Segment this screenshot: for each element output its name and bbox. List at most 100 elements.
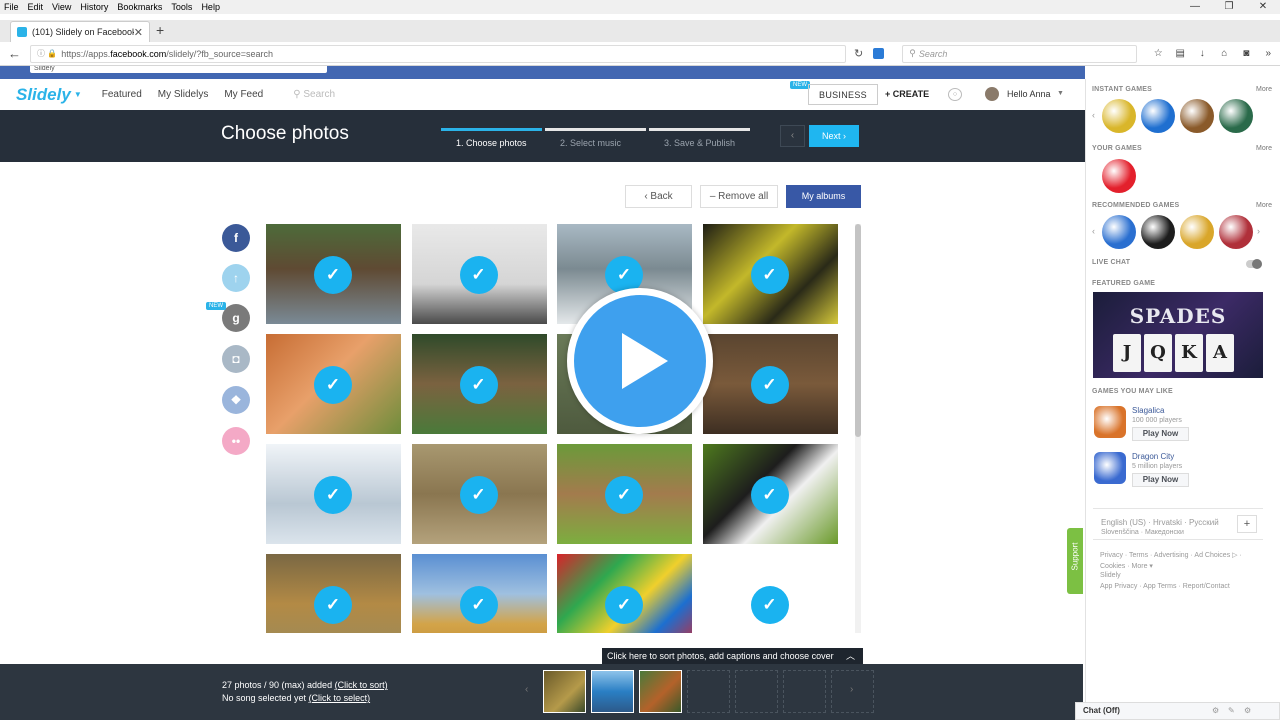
play-now-button[interactable]: Play Now [1132, 473, 1189, 487]
checkmark-icon[interactable]: ✓ [459, 256, 498, 294]
facebook-source-icon[interactable]: f [222, 224, 250, 252]
instant-game-icon[interactable] [1141, 99, 1175, 133]
chat-bar[interactable]: Chat (Off) ⚙ ✎ ⚙ [1075, 702, 1280, 720]
pocket-icon[interactable]: ◙ [1235, 48, 1257, 59]
clipboard-icon[interactable]: ▤ [1169, 48, 1191, 59]
checkmark-icon[interactable]: ✓ [314, 256, 352, 294]
photo-tile[interactable]: ✓ [411, 334, 547, 434]
chevron-right-icon[interactable]: › [1257, 226, 1260, 236]
chevron-left-icon[interactable]: ‹ [1092, 110, 1095, 120]
checkmark-icon[interactable]: ✓ [750, 256, 789, 294]
recommended-game-icon[interactable] [1102, 215, 1136, 249]
header-search-input[interactable]: ⚲ Search [293, 89, 335, 100]
nav-my-feed[interactable]: My Feed [224, 89, 263, 100]
facebook-search-input[interactable]: Slidely [30, 66, 327, 73]
next-button[interactable]: Next › [809, 125, 859, 147]
footer-line[interactable]: Privacy · Terms · Advertising · Ad Choic… [1100, 551, 1242, 559]
step-1-label[interactable]: 1. Choose photos [456, 138, 527, 148]
photo-tile[interactable]: ✓ [702, 224, 838, 324]
overflow-menu-icon[interactable]: » [1257, 48, 1279, 59]
footer-line[interactable]: App Privacy · App Terms · Report/Contact [1100, 583, 1230, 590]
click-to-select-link[interactable]: (Click to select) [309, 693, 371, 703]
browser-tab[interactable]: (101) Slidely on Facebook ✕ [10, 21, 150, 42]
selected-photo-thumbnail[interactable] [591, 670, 634, 713]
game-icon[interactable] [1094, 406, 1126, 438]
recommended-game-icon[interactable] [1180, 215, 1214, 249]
chat-settings-icon[interactable]: ⚙ [1212, 706, 1219, 715]
checkmark-icon[interactable]: ✓ [459, 366, 498, 404]
your-game-icon[interactable] [1102, 159, 1136, 193]
selected-photo-thumbnail[interactable] [543, 670, 586, 713]
notifications-icon[interactable]: ○ [948, 88, 962, 101]
your-games-more-link[interactable]: More [1256, 145, 1272, 152]
url-bar[interactable]: ⓘ 🔒 https://apps. facebook.com/slidely/?f… [30, 44, 846, 63]
home-icon[interactable]: ⌂ [1213, 48, 1235, 59]
live-chat-toggle[interactable] [1246, 259, 1262, 269]
remove-all-button[interactable]: – Remove all [700, 185, 778, 208]
menu-item-help[interactable]: Help [201, 2, 220, 12]
chevron-left-icon[interactable]: ‹ [1092, 226, 1095, 236]
recommended-games-more-link[interactable]: More [1256, 202, 1272, 209]
nav-featured[interactable]: Featured [102, 89, 142, 100]
menu-item-view[interactable]: View [52, 2, 71, 12]
recommended-game-icon[interactable] [1141, 215, 1175, 249]
checkmark-icon[interactable]: ✓ [314, 586, 352, 624]
checkmark-icon[interactable]: ✓ [605, 586, 643, 624]
reload-icon[interactable]: ↻ [854, 47, 863, 60]
chat-options-icon[interactable]: ⚙ [1244, 706, 1251, 715]
step-2-label[interactable]: 2. Select music [560, 138, 621, 148]
prev-button[interactable]: ‹ [780, 125, 805, 147]
close-window-icon[interactable]: ✕ [1246, 0, 1280, 14]
photo-tile[interactable]: ✓ [266, 224, 401, 324]
menu-item-edit[interactable]: Edit [28, 2, 44, 12]
extension-icon[interactable] [873, 48, 885, 59]
avatar[interactable] [985, 87, 999, 101]
photo-tile[interactable]: ✓ [557, 444, 692, 544]
upload-source-icon[interactable]: ↑ [222, 264, 250, 292]
photo-tile[interactable]: ✓ [411, 554, 547, 633]
instant-games-more-link[interactable]: More [1256, 86, 1272, 93]
menu-item-bookmarks[interactable]: Bookmarks [117, 2, 162, 12]
photo-tile[interactable]: ✓ [702, 554, 838, 633]
photo-tile[interactable]: ✓ [557, 554, 692, 633]
scrollbar-thumb[interactable] [855, 224, 861, 437]
browser-back-icon[interactable]: ← [8, 46, 22, 61]
footer-line[interactable]: Slidely [1100, 572, 1121, 579]
dropbox-source-icon[interactable]: ❖ [222, 386, 250, 414]
sort-photos-tooltip[interactable]: Click here to sort photos, add captions … [602, 648, 863, 665]
photo-tile[interactable]: ✓ [411, 224, 547, 324]
minimize-icon[interactable]: — [1178, 0, 1212, 14]
chevron-down-icon[interactable]: ▼ [1057, 90, 1064, 97]
checkmark-icon[interactable]: ✓ [459, 476, 498, 514]
language-others-2[interactable]: Slovenščina · Македонски [1101, 529, 1184, 536]
flickr-source-icon[interactable]: •• [222, 427, 250, 455]
photo-tile[interactable]: ✓ [266, 554, 401, 633]
checkmark-icon[interactable]: ✓ [750, 366, 789, 404]
restore-icon[interactable]: ❐ [1212, 0, 1246, 14]
chevron-left-icon[interactable]: ‹ [525, 684, 528, 695]
back-button[interactable]: ‹ Back [625, 185, 692, 208]
download-icon[interactable]: ↓ [1191, 48, 1213, 59]
support-tab[interactable]: Support [1067, 528, 1083, 594]
play-now-button[interactable]: Play Now [1132, 427, 1189, 441]
bookmark-star-icon[interactable]: ☆ [1147, 48, 1169, 59]
featured-game-banner[interactable]: SPADES JQKA [1093, 292, 1263, 378]
game-name[interactable]: Slagalica [1132, 406, 1164, 415]
user-greeting[interactable]: Hello Anna [1007, 89, 1051, 99]
add-language-icon[interactable]: + [1237, 515, 1257, 533]
my-albums-button[interactable]: My albums [786, 185, 861, 208]
menu-item-file[interactable]: File [4, 2, 19, 12]
photo-tile[interactable]: ✓ [411, 444, 547, 544]
chevron-down-icon[interactable]: ▼ [74, 90, 82, 99]
video-play-button[interactable] [567, 288, 713, 434]
info-icon[interactable]: ⓘ 🔒 [37, 48, 57, 59]
checkmark-icon[interactable]: ✓ [750, 476, 789, 514]
nav-my-slidelys[interactable]: My Slidelys [158, 89, 209, 100]
google-source-icon[interactable]: g [222, 304, 250, 332]
selected-photo-thumbnail[interactable] [639, 670, 682, 713]
photo-tile[interactable]: ✓ [702, 444, 838, 544]
new-tab-icon[interactable]: + [156, 22, 164, 38]
checkmark-icon[interactable]: ✓ [314, 476, 352, 514]
instant-game-icon[interactable] [1180, 99, 1214, 133]
create-button[interactable]: + CREATE [885, 89, 929, 99]
